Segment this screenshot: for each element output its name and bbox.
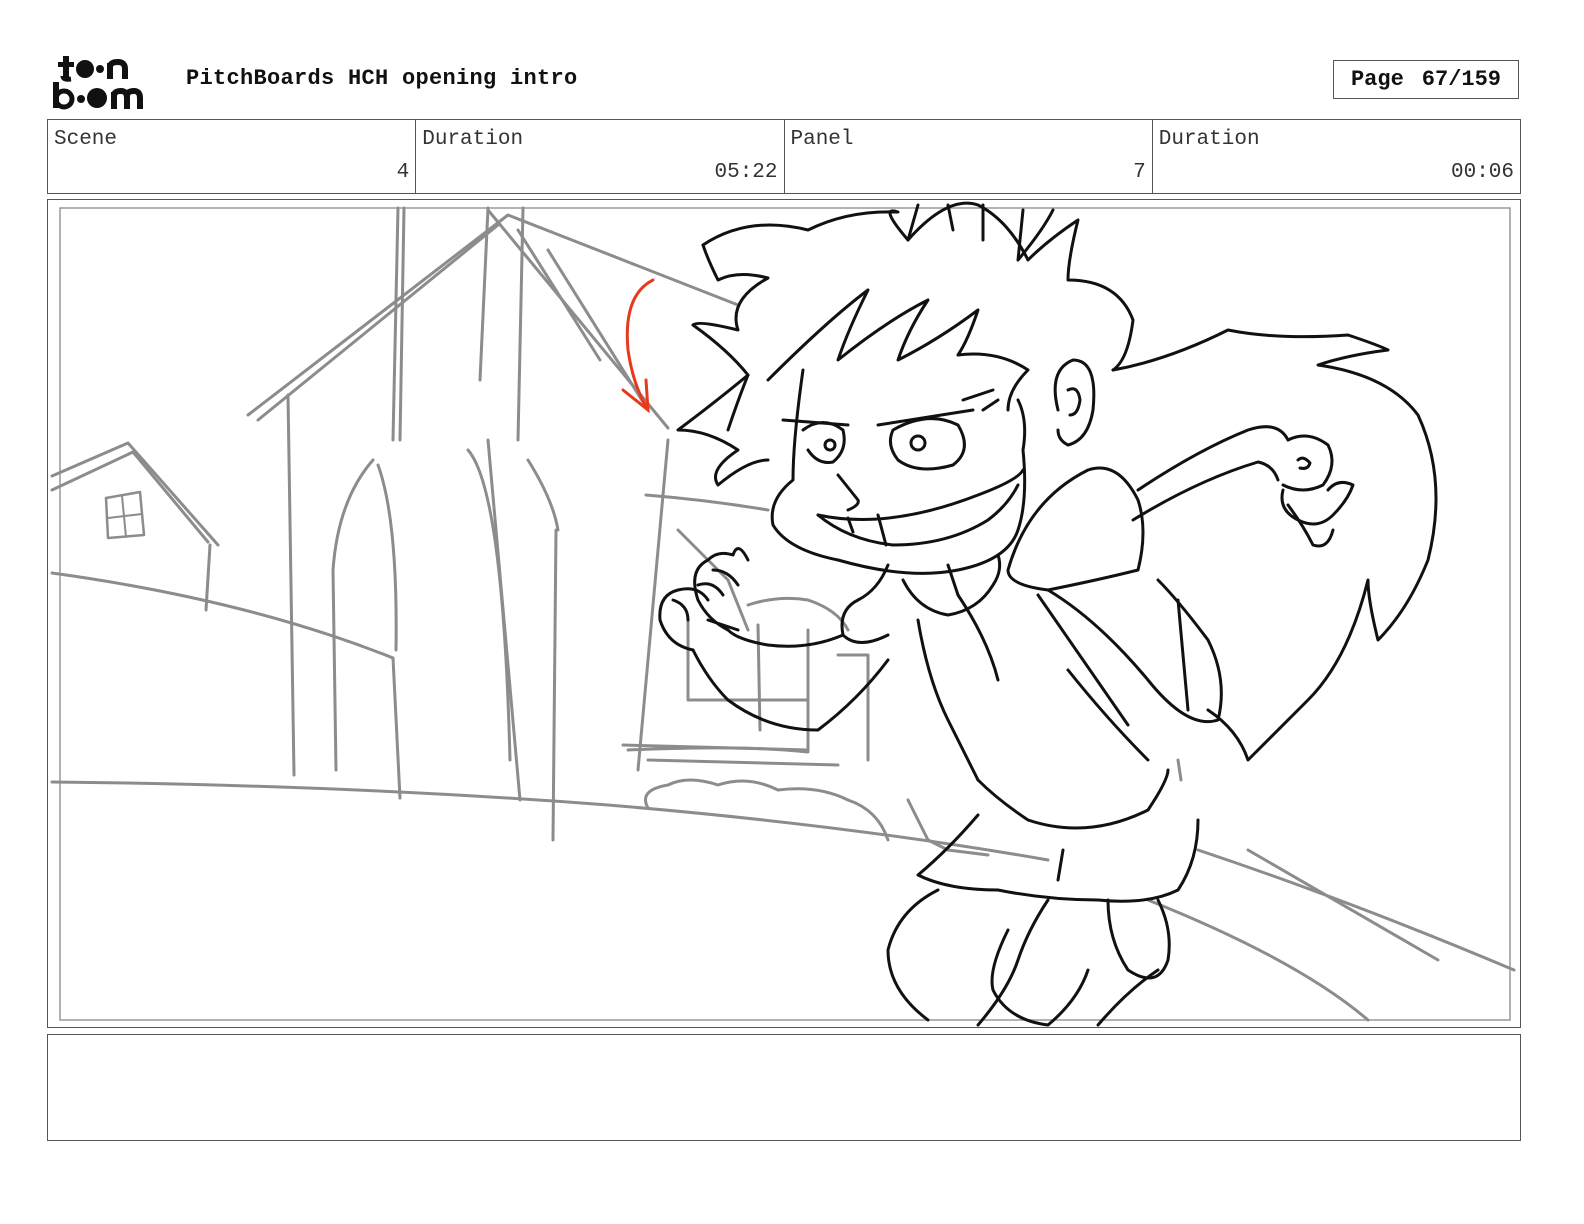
- panel-duration-label: Duration: [1158, 128, 1260, 151]
- panel-info-table: Scene 4 Duration 05:22 Panel 7 Duration …: [47, 119, 1521, 194]
- panel-duration-cell: Duration 00:06: [1153, 120, 1520, 193]
- page-number: 67/159: [1421, 67, 1502, 92]
- panel-duration-value: 00:06: [1450, 161, 1514, 184]
- scene-cell: Scene 4: [48, 120, 417, 193]
- panel-value: 7: [1133, 161, 1146, 184]
- panel-notes-box: [47, 1034, 1521, 1141]
- scene-value: 4: [396, 161, 410, 184]
- direction-arrow: [621, 278, 655, 414]
- page-indicator: Page 67/159: [1333, 60, 1519, 99]
- character-sketch: [658, 201, 1438, 1027]
- background-sketch: [50, 206, 1516, 1022]
- panel-sketch: [50, 201, 1516, 1027]
- panel-label: Panel: [790, 128, 854, 151]
- page-label: Page: [1350, 67, 1404, 92]
- document-title: PitchBoards HCH opening intro: [186, 66, 578, 91]
- storyboard-panel: [47, 199, 1521, 1028]
- scene-duration-cell: Duration 05:22: [416, 120, 785, 193]
- safe-frame: [59, 207, 1511, 1021]
- scene-duration-value: 05:22: [714, 161, 778, 184]
- panel-cell: Panel 7: [785, 120, 1153, 193]
- scene-duration-label: Duration: [422, 128, 524, 151]
- toon-boom-logo: [53, 56, 143, 110]
- scene-label: Scene: [54, 128, 118, 151]
